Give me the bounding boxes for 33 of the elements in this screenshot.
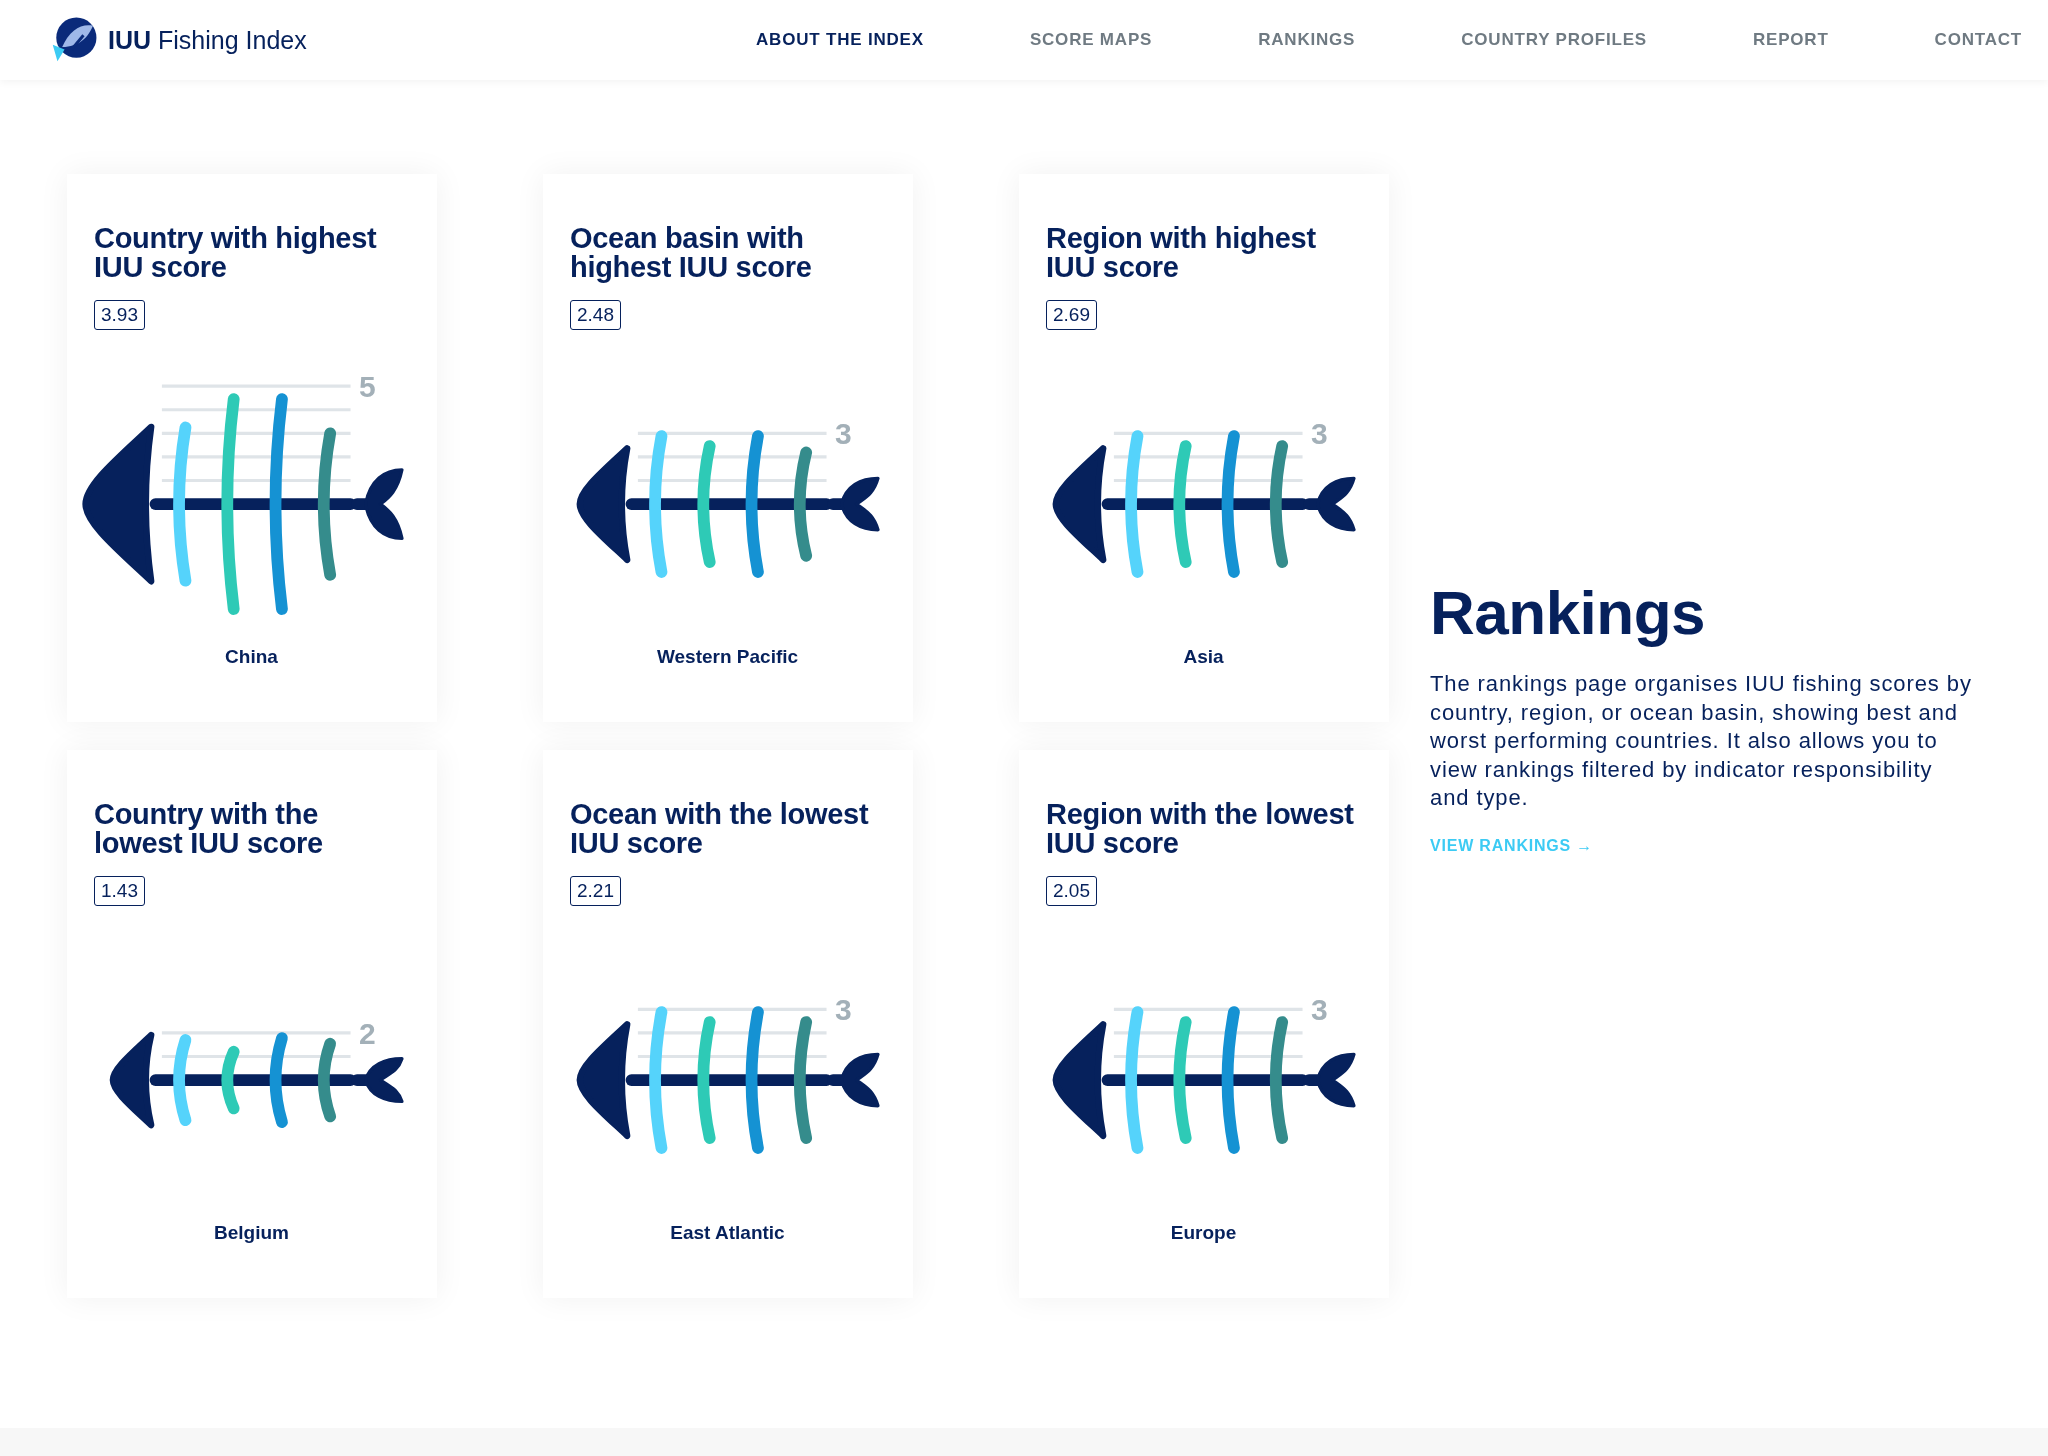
card-subject: East Atlantic (669, 1222, 786, 1244)
scale-max-label: 3 (1311, 417, 1328, 451)
score-value: 1.43 (94, 876, 145, 906)
nav-link[interactable]: ABOUT THE INDEX (756, 30, 924, 50)
scale-max-label: 3 (835, 417, 852, 451)
card-title: Region with the lowest IUU score (1046, 800, 1355, 858)
card-subject: Asia (1182, 646, 1225, 668)
score-value: 2.05 (1046, 876, 1097, 906)
card-title: Region with highest IUU score (1046, 224, 1317, 282)
score-value: 2.21 (570, 876, 621, 906)
card-title: Country with the lowest IUU score (94, 800, 324, 858)
scale-max-label: 5 (359, 369, 376, 403)
scale-max-label: 2 (359, 1016, 376, 1050)
card-subject: Europe (1169, 1222, 1238, 1244)
nav-link[interactable]: COUNTRY PROFILES (1461, 30, 1647, 50)
score-value: 2.69 (1046, 300, 1097, 330)
card-subject: China (224, 646, 279, 668)
card-title: Country with highest IUU score (94, 224, 378, 282)
scale-max-label: 3 (835, 993, 852, 1027)
nav-link[interactable]: CONTACT (1934, 30, 2022, 50)
card-subject: Western Pacific (655, 646, 800, 668)
site-title[interactable]: IUU Fishing Index (108, 25, 307, 55)
card-title: Ocean basin with highest IUU score (570, 224, 813, 282)
nav-link[interactable]: RANKINGS (1258, 30, 1356, 50)
nav-link[interactable]: SCORE MAPS (1029, 30, 1153, 50)
score-value: 2.48 (570, 300, 621, 330)
card-title: Ocean with the lowest IUU score (570, 800, 870, 858)
card-subject: Belgium (213, 1222, 290, 1244)
score-value: 3.93 (94, 300, 145, 330)
section-heading: Rankings (1430, 577, 1707, 649)
scale-max-label: 3 (1311, 993, 1328, 1027)
nav-link[interactable]: REPORT (1752, 30, 1829, 50)
section-description: The rankings page organises IUU fishing scores by country, region, or ocean basin, showing best and worst performing countries. It also allows you to view rankings filtered by indicator responsibility and type. (1430, 670, 1973, 813)
